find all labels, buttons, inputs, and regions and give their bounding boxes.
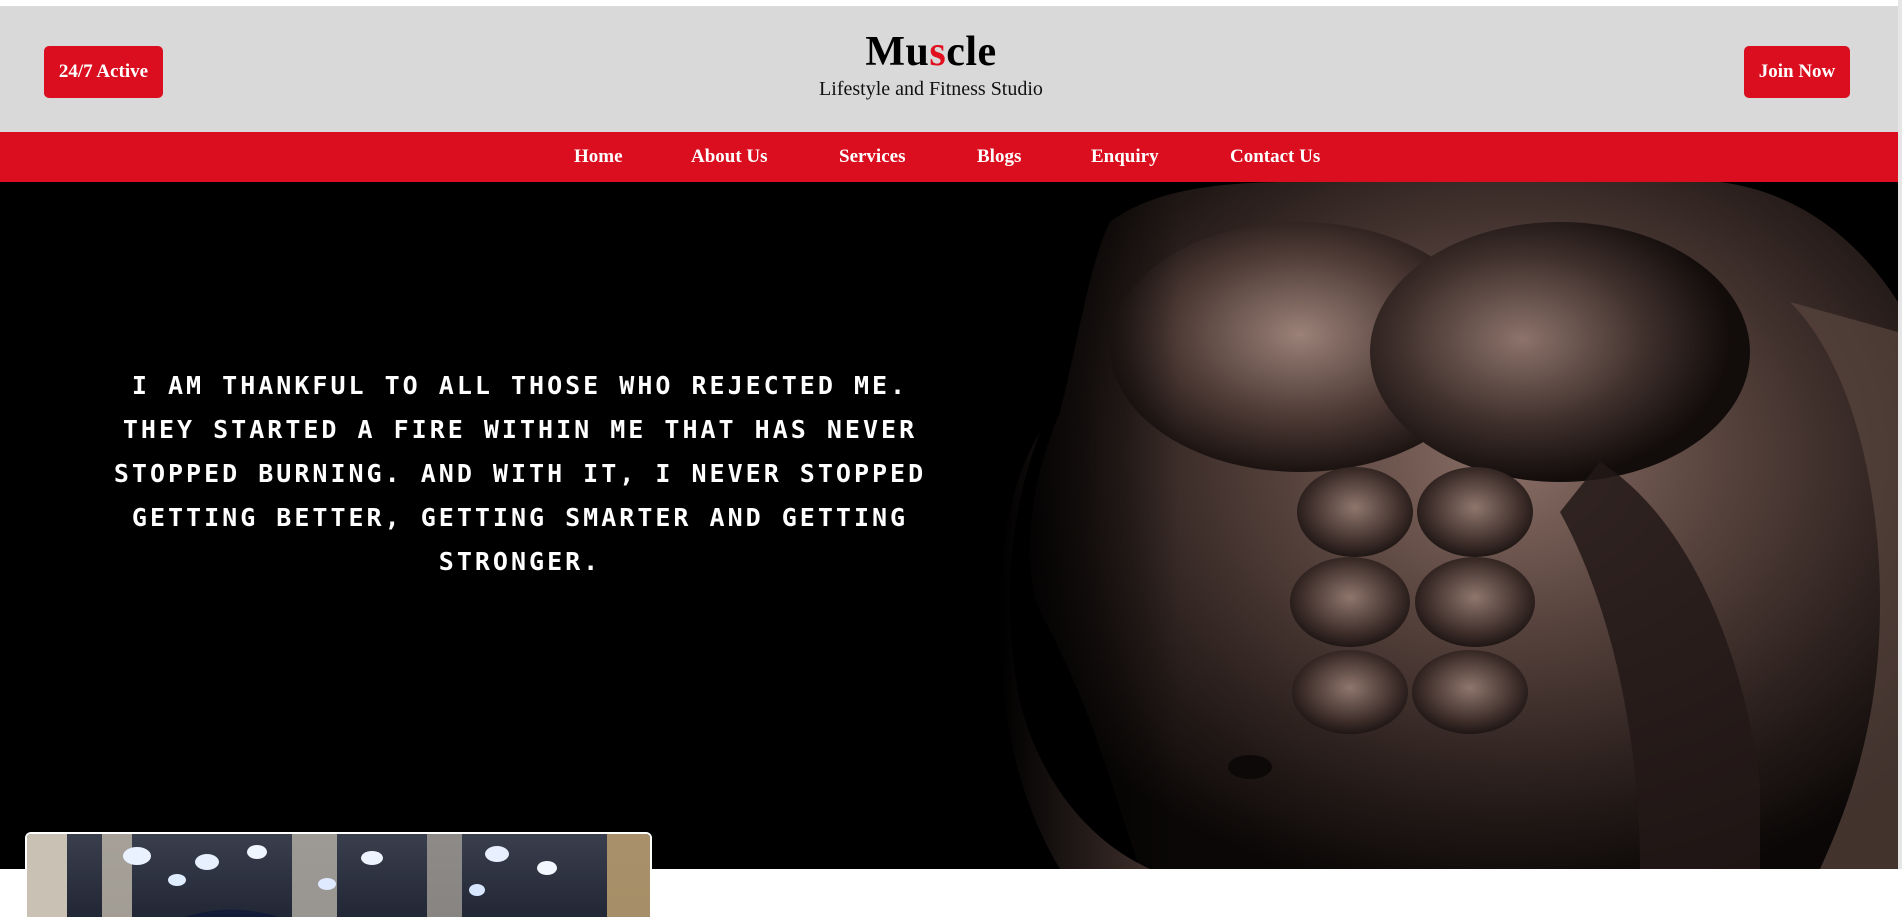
nav-items: Home About Us Services Blogs Enquiry Con…: [0, 132, 1898, 182]
tagline: Lifestyle and Fitness Studio: [819, 78, 1043, 100]
nav-item-about-us[interactable]: About Us: [691, 132, 768, 182]
hero-section: I am thankful to all those who rejected …: [0, 182, 1898, 869]
logo-part2: cle: [946, 29, 997, 75]
nav-item-contact-us[interactable]: Contact Us: [1230, 132, 1320, 182]
hero-quote: I am thankful to all those who rejected …: [113, 371, 927, 576]
site-header: 24/7 Active Muscle Lifestyle and Fitness…: [0, 6, 1898, 132]
nav-item-blogs[interactable]: Blogs: [977, 132, 1021, 182]
main-nav: Home About Us Services Blogs Enquiry Con…: [0, 132, 1898, 182]
logo-accent: s: [929, 29, 947, 75]
hero-torso-image: [1000, 182, 1898, 869]
join-now-button[interactable]: Join Now: [1744, 46, 1850, 98]
logo-part1: Mu: [865, 29, 930, 75]
scroll-edge: [1898, 0, 1902, 869]
logo[interactable]: Muscle: [0, 30, 1862, 74]
nav-item-home[interactable]: Home: [574, 132, 623, 182]
brand: Muscle Lifestyle and Fitness Studio: [0, 30, 1862, 101]
nav-item-services[interactable]: Services: [839, 132, 905, 182]
gym-preview-image: [27, 834, 650, 917]
page: 24/7 Active Muscle Lifestyle and Fitness…: [0, 0, 1902, 917]
gym-preview-card[interactable]: [25, 832, 652, 917]
nav-item-enquiry[interactable]: Enquiry: [1091, 132, 1159, 182]
